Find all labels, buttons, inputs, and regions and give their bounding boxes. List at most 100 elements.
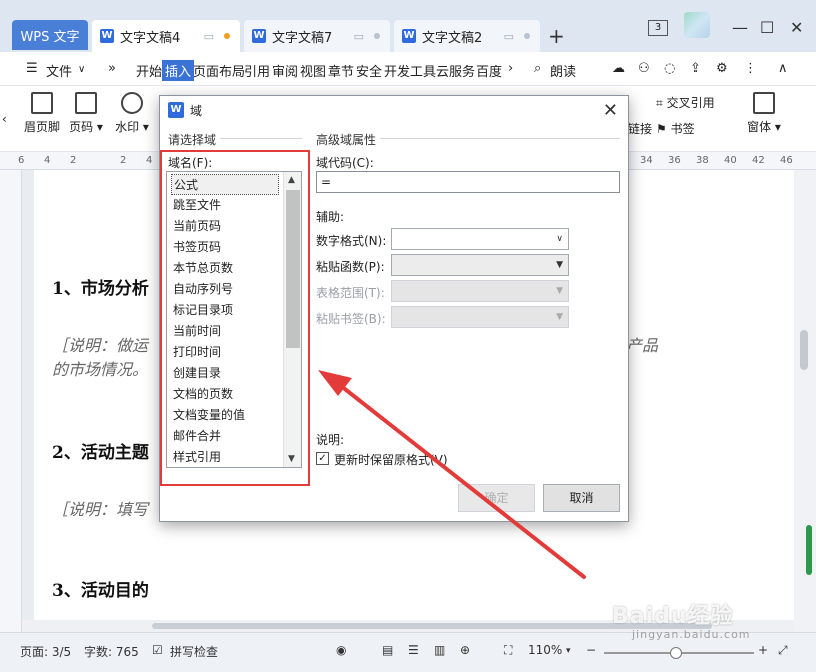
group-divider	[220, 138, 302, 139]
preserve-format-label[interactable]: 更新时保留原格式(V)	[334, 451, 448, 468]
zoom-level[interactable]: 110%	[528, 643, 562, 657]
menu-chapter[interactable]: 章节	[328, 61, 354, 80]
avatar[interactable]	[684, 12, 710, 38]
menu-cloud[interactable]: 云服务	[436, 61, 475, 80]
hamburger-icon[interactable]: ☰	[26, 61, 38, 76]
dropdown-arrow-icon: ▼	[556, 312, 563, 322]
paste-bookmark-label: 粘贴书签(B):	[316, 312, 386, 326]
ruler-tick: 38	[696, 155, 709, 166]
header-footer-button[interactable]: 眉页脚	[20, 92, 64, 135]
header-footer-label: 眉页脚	[23, 120, 60, 134]
menu-references[interactable]: 引用	[244, 61, 270, 80]
ok-button[interactable]: 确定	[458, 484, 535, 512]
new-tab-button[interactable]: +	[548, 24, 565, 48]
dialog-title-bar[interactable]: W 域	[160, 96, 628, 124]
wps-writer-icon: W	[252, 29, 266, 43]
fullscreen-icon[interactable]: ⤢	[778, 643, 788, 658]
heading-activity-purpose: 3、活动目的	[52, 581, 149, 601]
heading-market-analysis: 1、市场分析	[52, 279, 149, 299]
read-aloud-button[interactable]: 朗读	[550, 61, 576, 80]
note-market-line1-right: 产品	[626, 336, 659, 355]
group-select-field: 请选择域	[168, 133, 217, 147]
zoom-out-button[interactable]: −	[586, 643, 596, 657]
menu-start[interactable]: 开始	[136, 61, 162, 80]
zoom-slider[interactable]	[604, 647, 754, 659]
spell-check-button[interactable]: 拼写检查	[170, 643, 218, 660]
paste-function-combo[interactable]: ▼	[391, 254, 569, 276]
export-icon[interactable]: ⇪	[690, 61, 701, 76]
cloud-sync-icon[interactable]: ☁	[612, 61, 625, 76]
double-chevron-icon[interactable]: »	[108, 61, 116, 76]
scroll-thumb[interactable]	[800, 330, 808, 370]
tab-count-badge[interactable]: 3	[648, 20, 668, 36]
monitor-icon: ▭	[503, 29, 514, 43]
wps-writer-icon: W	[402, 29, 416, 43]
close-window-button[interactable]: ✕	[790, 18, 803, 37]
cross-reference-button[interactable]: ⌗ 交叉引用	[656, 94, 726, 111]
chevron-right-icon[interactable]: ›	[508, 61, 513, 76]
eye-protection-icon[interactable]: ◉	[336, 643, 346, 657]
tab-document-7[interactable]: W 文字文稿7 ▭	[244, 20, 390, 52]
bookmark-button[interactable]: ⚑ 书签	[656, 120, 716, 137]
spell-check-icon[interactable]: ☑	[152, 643, 163, 657]
assist-label: 辅助:	[316, 210, 345, 224]
menu-view[interactable]: 视图	[300, 61, 326, 80]
hyperlink-button[interactable]: 链接	[628, 120, 652, 137]
comment-icon[interactable]: ◌	[664, 61, 675, 76]
zoom-slider-handle[interactable]	[670, 647, 682, 659]
dialog-close-button[interactable]: ✕	[603, 100, 618, 121]
fit-page-icon[interactable]: ⛶	[504, 643, 512, 658]
form-button[interactable]: 窗体 ▾	[744, 92, 784, 135]
page-number-button[interactable]: 页码 ▾	[66, 92, 106, 135]
word-count[interactable]: 字数: 765	[84, 643, 139, 660]
watermark-button[interactable]: 水印 ▾	[112, 92, 152, 135]
minimize-button[interactable]: —	[732, 18, 748, 37]
form-icon	[753, 92, 775, 114]
ruler-tick: 34	[640, 155, 653, 166]
vertical-scrollbar[interactable]	[794, 170, 816, 632]
page-view-icon[interactable]: ▤	[382, 643, 393, 657]
menu-page-layout[interactable]: 页面布局	[193, 61, 245, 80]
field-code-input[interactable]: =	[316, 171, 620, 193]
tab-wps-home[interactable]: WPS 文字	[12, 20, 88, 50]
zoom-in-button[interactable]: +	[758, 643, 768, 657]
search-icon[interactable]: ⌕	[534, 61, 541, 76]
reading-view-icon[interactable]: ▥	[434, 643, 445, 657]
menu-baidu[interactable]: 百度	[476, 61, 502, 80]
maximize-button[interactable]: ☐	[760, 18, 774, 37]
note-market-line1: ［说明：做运	[52, 336, 149, 355]
collapse-ribbon-icon[interactable]: ∧	[778, 61, 788, 76]
cross-reference-label: 交叉引用	[666, 96, 715, 110]
table-range-combo[interactable]: ▼	[391, 280, 569, 302]
tab-label: 文字文稿4	[120, 30, 181, 46]
outline-view-icon[interactable]: ☰	[408, 643, 419, 657]
preserve-format-checkbox[interactable]: ✓	[316, 452, 329, 465]
web-view-icon[interactable]: ⊕	[460, 643, 470, 657]
tab-document-4[interactable]: W 文字文稿4 ▭	[92, 20, 240, 52]
paste-bookmark-combo[interactable]: ▼	[391, 306, 569, 328]
chevron-down-icon[interactable]: ∨	[78, 64, 85, 75]
ribbon-scroll-left-icon[interactable]: ‹	[2, 112, 7, 126]
gear-icon[interactable]: ⚙	[716, 61, 728, 76]
ruler-tick: 42	[752, 155, 765, 166]
share-user-icon[interactable]: ⚇	[638, 61, 650, 76]
menu-security[interactable]: 安全	[356, 61, 382, 80]
watermark-text: Baidu经验	[612, 604, 734, 629]
baidu-jingyan-watermark: Baidu经验 jingyan.baidu.com	[612, 598, 750, 641]
heading-activity-theme: 2、活动主题	[52, 443, 149, 463]
cancel-button[interactable]: 取消	[543, 484, 620, 512]
number-format-combo[interactable]: ∨	[391, 228, 569, 250]
more-icon[interactable]: ⋮	[744, 61, 757, 76]
watermark-url: jingyan.baidu.com	[632, 628, 751, 641]
menu-review[interactable]: 审阅	[272, 61, 298, 80]
table-range-label: 表格范围(T):	[316, 286, 385, 300]
zoom-dropdown-icon[interactable]: ▾	[566, 646, 571, 656]
bookmark-label: 书签	[670, 122, 695, 136]
vertical-ruler[interactable]	[0, 170, 22, 632]
menu-insert[interactable]: 插入	[162, 60, 195, 81]
watermark-label: 水印	[115, 120, 140, 134]
page-indicator[interactable]: 页面: 3/5	[20, 643, 71, 660]
menu-file[interactable]: 文件	[46, 61, 72, 80]
tab-document-2[interactable]: W 文字文稿2 ▭	[394, 20, 540, 52]
menu-developer[interactable]: 开发工具	[384, 61, 436, 80]
